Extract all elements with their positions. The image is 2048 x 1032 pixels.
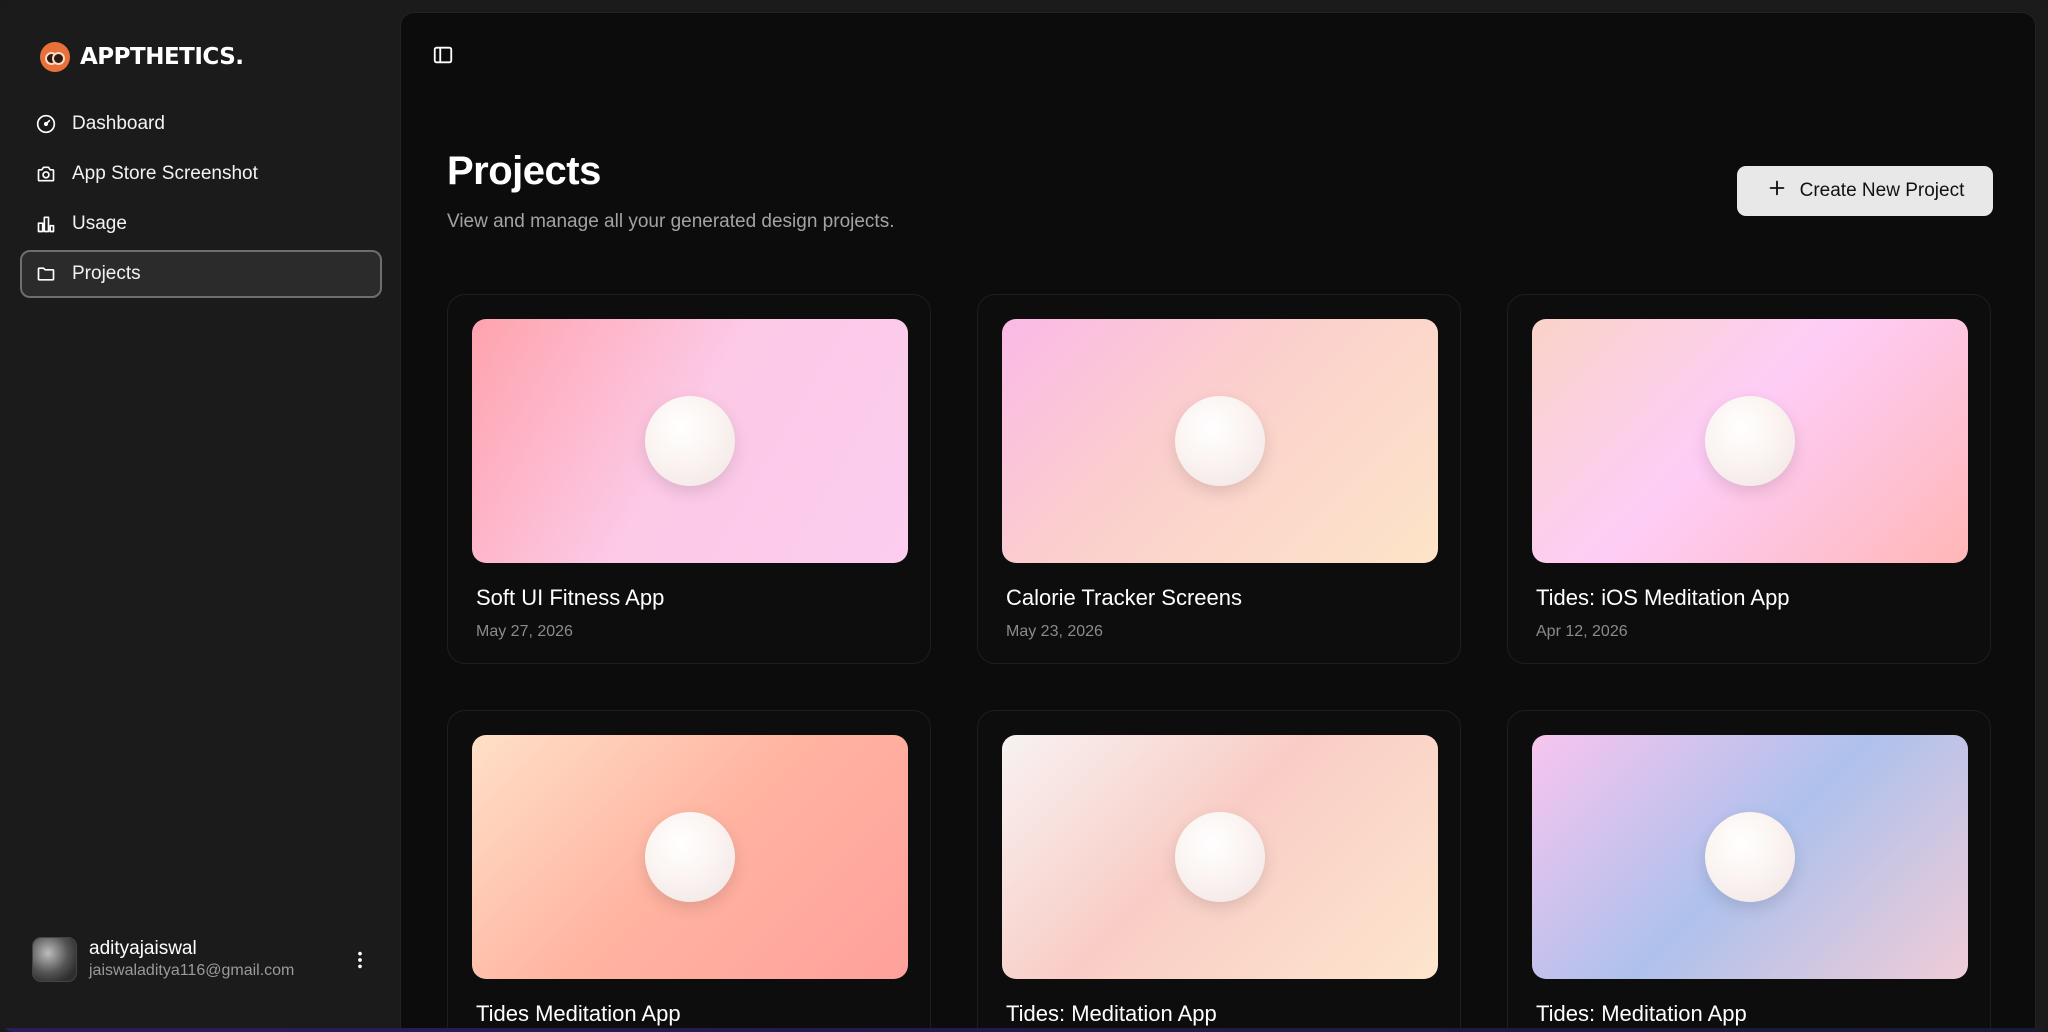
project-thumbnail <box>472 735 908 979</box>
logo-mark-icon <box>40 42 70 72</box>
project-card[interactable]: Calorie Tracker Screens May 23, 2026 <box>977 294 1461 664</box>
orb-graphic <box>645 812 735 902</box>
folder-icon <box>36 264 56 284</box>
project-title: Calorie Tracker Screens <box>1006 585 1242 610</box>
sidebar-item-label: Projects <box>72 263 141 284</box>
projects-grid: Soft UI Fitness App May 27, 2026 Calorie… <box>447 294 1991 1032</box>
create-new-project-button[interactable]: Create New Project <box>1737 166 1993 216</box>
sidebar: APPTHETICS. Dashboard App Store Screensh… <box>0 0 400 1032</box>
window-bottom-edge <box>0 1028 2048 1032</box>
sidebar-item-app-store-screenshot[interactable]: App Store Screenshot <box>20 150 382 198</box>
project-date: May 23, 2026 <box>1006 623 1103 640</box>
project-title: Tides Meditation App <box>476 1001 681 1026</box>
project-title: Soft UI Fitness App <box>476 585 665 610</box>
project-card[interactable]: Tides: Meditation App <box>977 710 1461 1032</box>
plus-icon <box>1766 177 1788 205</box>
page-title: Projects <box>447 149 601 193</box>
sidebar-nav: Dashboard App Store Screenshot Usage Pro… <box>20 100 382 300</box>
project-thumbnail <box>1532 735 1968 979</box>
more-vertical-icon[interactable] <box>348 948 372 972</box>
sidebar-item-projects[interactable]: Projects <box>20 250 382 298</box>
camera-icon <box>36 164 56 184</box>
logo-text: APPTHETICS. <box>80 44 244 70</box>
sidebar-item-label: App Store Screenshot <box>72 163 258 184</box>
orb-graphic <box>1705 396 1795 486</box>
orb-graphic <box>1175 812 1265 902</box>
user-info: adityajaiswal jaiswaladitya116@gmail.com <box>89 938 348 982</box>
orb-graphic <box>645 396 735 486</box>
project-card[interactable]: Soft UI Fitness App May 27, 2026 <box>447 294 931 664</box>
app-window: APPTHETICS. Dashboard App Store Screensh… <box>0 0 2048 1032</box>
project-thumbnail <box>1002 735 1438 979</box>
sidebar-item-label: Dashboard <box>72 113 165 134</box>
project-title: Tides: iOS Meditation App <box>1536 585 1790 610</box>
sidebar-item-usage[interactable]: Usage <box>20 200 382 248</box>
project-card[interactable]: Tides Meditation App <box>447 710 931 1032</box>
project-date: Apr 12, 2026 <box>1536 623 1628 640</box>
sidebar-item-dashboard[interactable]: Dashboard <box>20 100 382 148</box>
gauge-icon <box>36 114 56 134</box>
project-date: May 27, 2026 <box>476 623 573 640</box>
sidebar-item-label: Usage <box>72 213 127 234</box>
page-subtitle: View and manage all your generated desig… <box>447 211 895 232</box>
project-title: Tides: Meditation App <box>1536 1001 1747 1026</box>
project-thumbnail <box>1532 319 1968 563</box>
bar-chart-icon <box>36 214 56 234</box>
project-thumbnail <box>1002 319 1438 563</box>
project-thumbnail <box>472 319 908 563</box>
sidebar-toggle-icon[interactable] <box>431 43 455 67</box>
user-name: adityajaiswal <box>89 937 197 959</box>
user-email: jaiswaladitya116@gmail.com <box>89 961 295 979</box>
orb-graphic <box>1175 396 1265 486</box>
project-card[interactable]: Tides: Meditation App <box>1507 710 1991 1032</box>
main-content: Projects View and manage all your genera… <box>400 12 2036 1032</box>
avatar[interactable] <box>32 937 77 982</box>
logo[interactable]: APPTHETICS. <box>40 42 244 72</box>
user-profile[interactable]: adityajaiswal jaiswaladitya116@gmail.com <box>32 937 372 982</box>
project-card[interactable]: Tides: iOS Meditation App Apr 12, 2026 <box>1507 294 1991 664</box>
create-new-project-label: Create New Project <box>1799 180 1965 201</box>
orb-graphic <box>1705 812 1795 902</box>
project-title: Tides: Meditation App <box>1006 1001 1217 1026</box>
